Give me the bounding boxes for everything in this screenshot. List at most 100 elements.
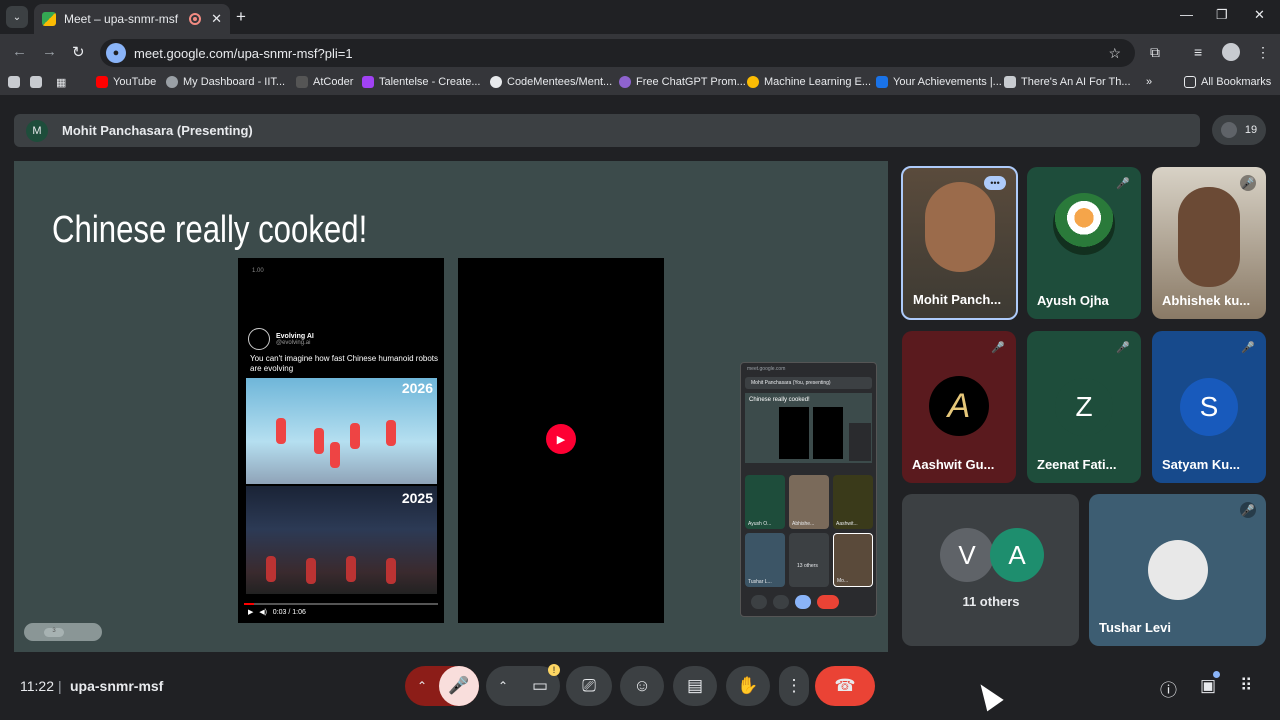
participant-tile-ayush[interactable]: 🎤 Ayush Ojha [1027,167,1141,319]
participants-button[interactable]: 19 [1212,115,1266,145]
meeting-code: upa-snmr-msf [70,678,164,694]
chat-icon[interactable]: ▣ [1200,676,1216,696]
end-call-button[interactable]: ☎ [815,666,875,706]
forward-button[interactable]: → [42,43,57,60]
bookmark-dashboard[interactable]: My Dashboard - IIT... [166,76,285,88]
minimize-button[interactable]: — [1180,7,1193,22]
video-progress-bar[interactable] [244,603,438,605]
more-bookmarks-icon[interactable]: » [1146,76,1152,88]
audio-options-chevron-icon[interactable]: ⌃ [405,679,439,693]
muted-mic-icon: 🎤 [991,341,1005,354]
robot-figure [330,442,340,468]
participant-tile-aashwit[interactable]: A 🎤 Aashwit Gu... [902,331,1016,483]
participant-video [925,182,995,272]
other-avatar-a: A [990,528,1044,582]
apps-icon[interactable]: ▦ [56,76,66,89]
video-progress-fill [244,603,254,605]
youtube-play-button[interactable]: ▶ [546,424,576,454]
emoji-reaction-button[interactable]: ☺ [620,666,664,706]
video-caption: You can't imagine how fast Chinese human… [250,354,439,373]
presenter-bar: M Mohit Panchasara (Presenting) [14,114,1200,147]
mini-tile: Aashwit... [833,475,873,529]
divider: | [58,678,62,694]
mic-in-use-icon[interactable]: ● [106,43,126,63]
close-window-button[interactable]: ✕ [1254,7,1265,23]
participant-count: 19 [1244,124,1258,136]
all-bookmarks[interactable]: All Bookmarks [1184,76,1271,88]
captions-button[interactable]: ▤ [673,666,717,706]
participants-icon [1220,122,1237,138]
bookmark-icon-2[interactable] [30,76,47,88]
bookmark-atcoder[interactable]: AtCoder [296,76,353,88]
mini-presenting-bar: Mohit Panchasara (You, presenting) [745,377,872,389]
participant-tile-abhishek[interactable]: 🎤 Abhishek ku... [1152,167,1266,319]
browser-tab[interactable]: Meet – upa-snmr-msf ✕ [34,4,230,34]
bookmark-icon-1[interactable] [8,76,25,88]
bookmark-star-icon[interactable]: ☆ [1108,45,1121,62]
bookmark-talentelse[interactable]: Talentelse - Create... [362,76,481,88]
bookmark-youtube[interactable]: YouTube [96,76,156,88]
year-label-bottom: 2025 [401,490,433,506]
mini-cam-icon [773,595,789,609]
close-tab-icon[interactable]: ✕ [211,11,222,27]
account-name: Evolving AI [276,332,314,340]
reload-button[interactable]: ↻ [72,43,85,61]
participant-tile-zeenat[interactable]: Z 🎤 Zeenat Fati... [1027,331,1141,483]
video-player-right[interactable]: ▶ [458,258,664,623]
more-options-button[interactable]: ⋮ [779,666,809,706]
mic-off-button[interactable]: 🎤 [439,666,479,706]
video-options-chevron-icon[interactable]: ⌃ [486,679,520,693]
camera-button[interactable]: ▭ [520,676,560,696]
volume-icon[interactable]: ◀) [259,609,267,616]
mini-toolbar [751,595,871,611]
extensions-icon[interactable]: ⧉ [1150,44,1160,61]
browser-tab-strip: ⌄ Meet – upa-snmr-msf ✕ + — ❐ ✕ [0,0,1280,34]
robot-clip-2025: 2025 [246,486,437,594]
participant-tile-tushar[interactable]: 🎤 Tushar Levi [1089,494,1266,646]
bookmark-chatgpt[interactable]: Free ChatGPT Prom... [619,76,746,88]
back-button[interactable]: ← [12,43,27,60]
tab-search-button[interactable]: ⌄ [6,6,28,28]
participant-name: Tushar Levi [1099,620,1172,635]
raise-hand-button[interactable]: ✋ [726,666,770,706]
participant-name: Aashwit Gu... [912,457,995,472]
mini-tile: Tushar L... [745,533,785,587]
mini-tile: 13 others [789,533,829,587]
new-tab-button[interactable]: + [236,7,246,27]
activities-icon[interactable]: ⠿ [1240,676,1252,696]
a-logo-avatar: A [929,376,989,436]
account-logo-icon [248,328,270,350]
toolbar: ← → ↻ ● meet.google.com/upa-snmr-msf?pli… [0,34,1280,72]
anime-avatar [1148,540,1208,600]
others-tile[interactable]: V A 11 others [902,494,1079,646]
muted-mic-icon: 🎤 [1116,341,1130,354]
more-options-icon[interactable]: ••• [984,176,1006,190]
bookmark-github[interactable]: CodeMentees/Ment... [490,76,612,88]
participant-tile-satyam[interactable]: S 🎤 Satyam Ku... [1152,331,1266,483]
video-time: 0:03 / 1:06 [272,609,306,616]
media-control-icon[interactable]: ≡ [1194,44,1202,60]
mini-preview-nested [849,423,871,461]
maximize-button[interactable]: ❐ [1216,7,1228,23]
video-controls[interactable]: ▶ ◀) 0:03 / 1:06 [248,608,306,616]
present-screen-button[interactable]: ⎚ [566,666,612,706]
bookmark-achievements[interactable]: Your Achievements |... [876,76,1002,88]
mic-control-group: ⌃ 🎤 [405,666,479,706]
bookmark-ai[interactable]: There's An AI For Th... [1004,76,1131,88]
robot-figure [266,556,276,582]
others-count: 11 others [962,594,1020,609]
mini-tile: Ayush O... [745,475,785,529]
presenter-avatar: M [26,119,48,142]
mini-slide-title: Chinese really cooked! [749,397,810,403]
robot-figure [386,420,396,446]
profile-avatar[interactable] [1222,43,1240,61]
meeting-info-icon[interactable]: ⓘ [1160,676,1177,701]
participant-tile-mohit[interactable]: ••• Mohit Panch... [901,166,1018,320]
chrome-menu-icon[interactable]: ⋮ [1256,44,1270,61]
slide-page-indicator[interactable]: 3 [24,623,102,641]
bookmark-ml[interactable]: Machine Learning E... [747,76,871,88]
play-icon[interactable]: ▶ [248,609,253,616]
address-bar[interactable]: ● meet.google.com/upa-snmr-msf?pli=1 ☆ [100,39,1135,67]
robot-figure [350,423,360,449]
video-player-left[interactable]: 1.00 Evolving AI @evolving.ai You can't … [238,258,444,623]
